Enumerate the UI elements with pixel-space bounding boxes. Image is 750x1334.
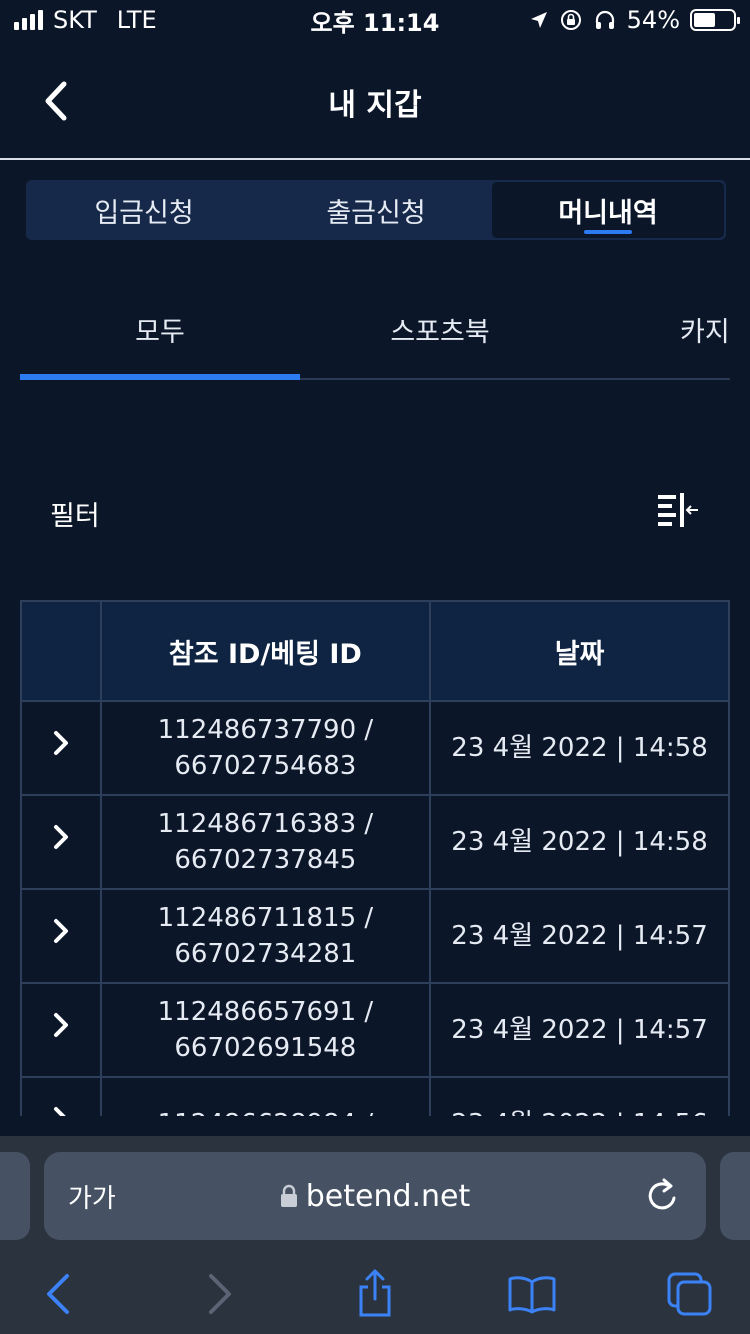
expand-row-button[interactable] [20, 1076, 102, 1116]
previous-tab-peek[interactable] [0, 1152, 30, 1240]
column-header-date: 날짜 [429, 600, 730, 702]
ref-bet-id-cell: 112486737790 / 66702754683 [99, 700, 432, 796]
ref-id: 112486628984 / [102, 1106, 429, 1116]
table-row[interactable]: 112486716383 / 66702737845 23 4월 2022 | 1… [20, 794, 730, 890]
expand-row-button[interactable] [20, 888, 102, 984]
network-label: LTE [116, 6, 157, 34]
ref-bet-id-cell: 112486628984 / [99, 1076, 432, 1116]
wallet-segment-tabs: 입금신청 출금신청 머니내역 [26, 180, 726, 240]
chevron-right-icon [53, 1107, 66, 1116]
status-bar: SKT LTE 오후 11:14 54% [0, 0, 750, 40]
signal-icon [14, 10, 43, 30]
expand-row-button[interactable] [20, 700, 102, 796]
chevron-right-icon [53, 919, 68, 943]
url-display[interactable]: betend.net [44, 1179, 706, 1214]
tab-withdraw[interactable]: 출금신청 [260, 182, 492, 238]
tabs-button[interactable] [660, 1266, 720, 1322]
active-tab-indicator [20, 374, 300, 380]
ref-id: 112486716383 / [157, 809, 374, 839]
book-icon [508, 1276, 556, 1314]
chevron-right-icon [53, 731, 68, 755]
expand-row-button[interactable] [20, 982, 102, 1078]
chevron-right-icon [53, 1013, 68, 1037]
ref-id: 112486657691 / [157, 997, 374, 1027]
page-title: 내 지갑 [328, 88, 422, 123]
column-header-expand [20, 600, 102, 702]
bet-id: 66702691548 [174, 1033, 357, 1063]
carrier-label: SKT [53, 6, 97, 34]
category-tabs: 모두 스포츠북 카지 [20, 280, 730, 380]
battery-icon [690, 9, 740, 31]
lock-icon [280, 1184, 297, 1207]
table-row[interactable]: 112486711815 / 66702734281 23 4월 2022 | 1… [20, 888, 730, 984]
table-row[interactable]: 112486657691 / 66702691548 23 4월 2022 | 1… [20, 982, 730, 1078]
bet-id: 66702734281 [174, 939, 357, 969]
browser-bottom-bar: 가가 betend.net [0, 1136, 750, 1334]
url-text: betend.net [305, 1178, 471, 1214]
tab-sportsbook[interactable]: 스포츠북 [300, 280, 580, 378]
browser-back-button[interactable] [28, 1266, 88, 1322]
date-cell: 23 4월 2022 | 14:56 [429, 1076, 730, 1116]
expand-row-button[interactable] [20, 794, 102, 890]
share-button[interactable] [345, 1266, 405, 1322]
date-cell: 23 4월 2022 | 14:57 [429, 982, 730, 1078]
tab-all[interactable]: 모두 [20, 280, 300, 378]
tab-deposit[interactable]: 입금신청 [28, 182, 260, 238]
share-icon [359, 1269, 391, 1317]
date-cell: 23 4월 2022 | 14:58 [429, 700, 730, 796]
browser-forward-button[interactable] [190, 1266, 250, 1322]
filter-label[interactable]: 필터 [50, 494, 100, 533]
address-bar[interactable]: 가가 betend.net [44, 1152, 706, 1240]
ref-bet-id-cell: 112486657691 / 66702691548 [99, 982, 432, 1078]
bookmarks-button[interactable] [502, 1266, 562, 1322]
tab-casino[interactable]: 카지 [680, 280, 750, 378]
page-header: 내 지갑 [0, 40, 750, 160]
next-tab-peek[interactable] [720, 1152, 750, 1240]
tabs-icon [667, 1272, 712, 1316]
table-row[interactable]: 112486628984 / 23 4월 2022 | 14:56 [20, 1076, 730, 1116]
ref-bet-id-cell: 112486716383 / 66702737845 [99, 794, 432, 890]
table-row[interactable]: 112486737790 / 66702754683 23 4월 2022 | 1… [20, 700, 730, 796]
ref-id: 112486711815 / [157, 903, 374, 933]
forward-arrow-icon [209, 1274, 231, 1314]
back-arrow-icon [47, 1274, 69, 1314]
browser-toolbar [0, 1266, 750, 1326]
battery-percent: 54% [626, 6, 680, 34]
chevron-right-icon [53, 825, 68, 849]
date-cell: 23 4월 2022 | 14:57 [429, 888, 730, 984]
location-icon [530, 12, 547, 28]
money-history-table: 참조 ID/베팅 ID 날짜 112486737790 / 66702754683… [20, 600, 730, 1116]
ref-bet-id-cell: 112486711815 / 66702734281 [99, 888, 432, 984]
headphones-icon [595, 10, 614, 29]
rotation-lock-icon [560, 10, 581, 30]
bet-id: 66702754683 [174, 751, 357, 781]
tab-money-history[interactable]: 머니내역 [492, 182, 724, 238]
date-cell: 23 4월 2022 | 14:58 [429, 794, 730, 890]
column-header-ref-id: 참조 ID/베팅 ID [99, 600, 432, 702]
filter-collapse-icon[interactable] [656, 492, 700, 528]
reload-icon[interactable] [644, 1176, 680, 1216]
bet-id: 66702737845 [174, 845, 357, 875]
ref-id: 112486737790 / [157, 715, 374, 745]
